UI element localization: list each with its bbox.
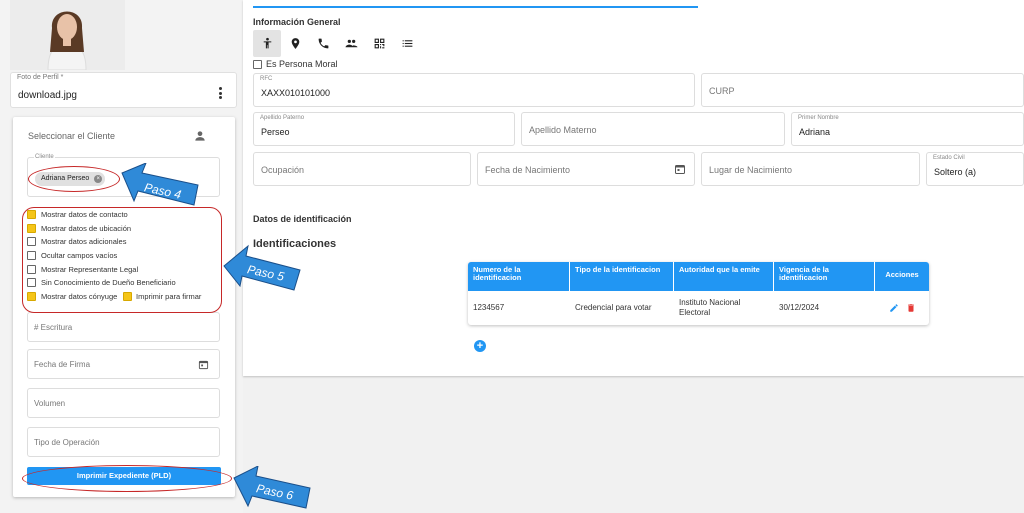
table-cell: Credencial para votar: [575, 303, 652, 313]
table-header: Numero de la identificacion Tipo de la i…: [468, 262, 929, 291]
column-header: Numero de la identificacion: [468, 262, 570, 291]
persona-moral-label: Es Persona Moral: [266, 59, 338, 69]
lugar-nacimiento-placeholder: Lugar de Nacimiento: [709, 165, 793, 175]
apellido-paterno-value: Perseo: [261, 127, 290, 137]
column-header: Autoridad que la emite: [674, 262, 774, 291]
profile-photo-filename: download.jpg: [18, 90, 77, 101]
estado-civil-select[interactable]: Estado Civil Soltero (a): [926, 152, 1024, 186]
lugar-nacimiento-field[interactable]: Lugar de Nacimiento: [701, 152, 920, 186]
add-identification-button[interactable]: +: [474, 340, 486, 352]
checkbox[interactable]: [253, 60, 262, 69]
identificaciones-table: Numero de la identificacion Tipo de la i…: [468, 262, 929, 325]
tab-indicator: [253, 6, 698, 8]
profile-photo-field[interactable]: Foto de Perfil * download.jpg: [10, 72, 237, 108]
client-select-label: Cliente: [34, 154, 55, 160]
info-tabs: [253, 30, 421, 57]
tab-people[interactable]: [337, 30, 365, 57]
people-icon: [345, 39, 357, 48]
table-row: 1234567 Credencial para votar Instituto …: [468, 291, 929, 325]
datos-identificacion-title: Datos de identificación: [253, 214, 352, 224]
estado-civil-value: Soltero (a): [934, 167, 977, 177]
apellido-materno-placeholder: Apellido Materno: [529, 125, 597, 135]
volumen-input[interactable]: Volumen: [27, 388, 220, 418]
qr-code-icon: [374, 38, 384, 49]
ocupacion-field[interactable]: Ocupación: [253, 152, 471, 186]
delete-icon[interactable]: [906, 303, 916, 313]
table-cell: 30/12/2024: [779, 303, 820, 313]
tipo-operacion-input[interactable]: Tipo de Operación: [27, 427, 220, 457]
escritura-input[interactable]: # Escritura: [27, 312, 220, 342]
curp-placeholder: CURP: [709, 86, 735, 96]
apellido-paterno-field[interactable]: Apellido Paterno Perseo: [253, 112, 515, 146]
fecha-nacimiento-field[interactable]: Fecha de Nacimiento: [477, 152, 695, 186]
column-header: Tipo de la identificacion: [570, 262, 674, 291]
row-actions: [875, 303, 929, 313]
column-header: Acciones: [885, 270, 919, 279]
person-icon[interactable]: [193, 129, 207, 143]
ocupacion-placeholder: Ocupación: [261, 165, 305, 175]
profile-photo-label: Foto de Perfil *: [17, 74, 64, 81]
list-icon: [402, 40, 412, 47]
client-card-title: Seleccionar el Cliente: [28, 131, 116, 141]
volumen-placeholder: Volumen: [34, 399, 66, 408]
phone-icon: [318, 38, 328, 49]
primer-nombre-label: Primer Nombre: [798, 115, 839, 121]
section-title: Información General: [253, 17, 341, 27]
curp-field[interactable]: CURP: [701, 73, 1024, 107]
profile-photo: [10, 0, 125, 70]
fecha-nacimiento-placeholder: Fecha de Nacimiento: [485, 165, 571, 175]
annotation-box: [22, 207, 222, 313]
fecha-firma-placeholder: Fecha de Firma: [34, 360, 91, 369]
more-vert-icon[interactable]: [218, 87, 222, 99]
apellido-materno-field[interactable]: Apellido Materno: [521, 112, 785, 146]
rfc-field[interactable]: RFC XAXX010101000: [253, 73, 695, 107]
tab-qr[interactable]: [365, 30, 393, 57]
estado-civil-label: Estado Civil: [933, 155, 965, 161]
location-pin-icon: [291, 38, 299, 49]
fecha-firma-input[interactable]: Fecha de Firma: [27, 349, 220, 379]
person-icon: [263, 37, 271, 49]
primer-nombre-field[interactable]: Primer Nombre Adriana: [791, 112, 1024, 146]
apellido-paterno-label: Apellido Paterno: [260, 115, 305, 121]
tab-location[interactable]: [281, 30, 309, 57]
tab-person[interactable]: [253, 30, 281, 57]
table-cell: Instituto Nacional Electoral: [679, 298, 741, 317]
rfc-label: RFC: [260, 76, 273, 82]
rfc-value: XAXX010101000: [261, 88, 331, 98]
primer-nombre-value: Adriana: [799, 127, 831, 137]
tipo-operacion-placeholder: Tipo de Operación: [34, 438, 100, 447]
annotation-ellipse: [28, 166, 120, 192]
column-header: Vigencia de la identificacion: [774, 262, 875, 291]
escritura-placeholder: # Escritura: [34, 323, 73, 332]
tab-phone[interactable]: [309, 30, 337, 57]
annotation-ellipse: [22, 465, 232, 492]
tab-list[interactable]: [393, 30, 421, 57]
table-cell: 1234567: [473, 303, 505, 313]
edit-icon[interactable]: [889, 303, 899, 313]
calendar-icon[interactable]: [674, 163, 686, 175]
calendar-icon[interactable]: [198, 359, 209, 370]
